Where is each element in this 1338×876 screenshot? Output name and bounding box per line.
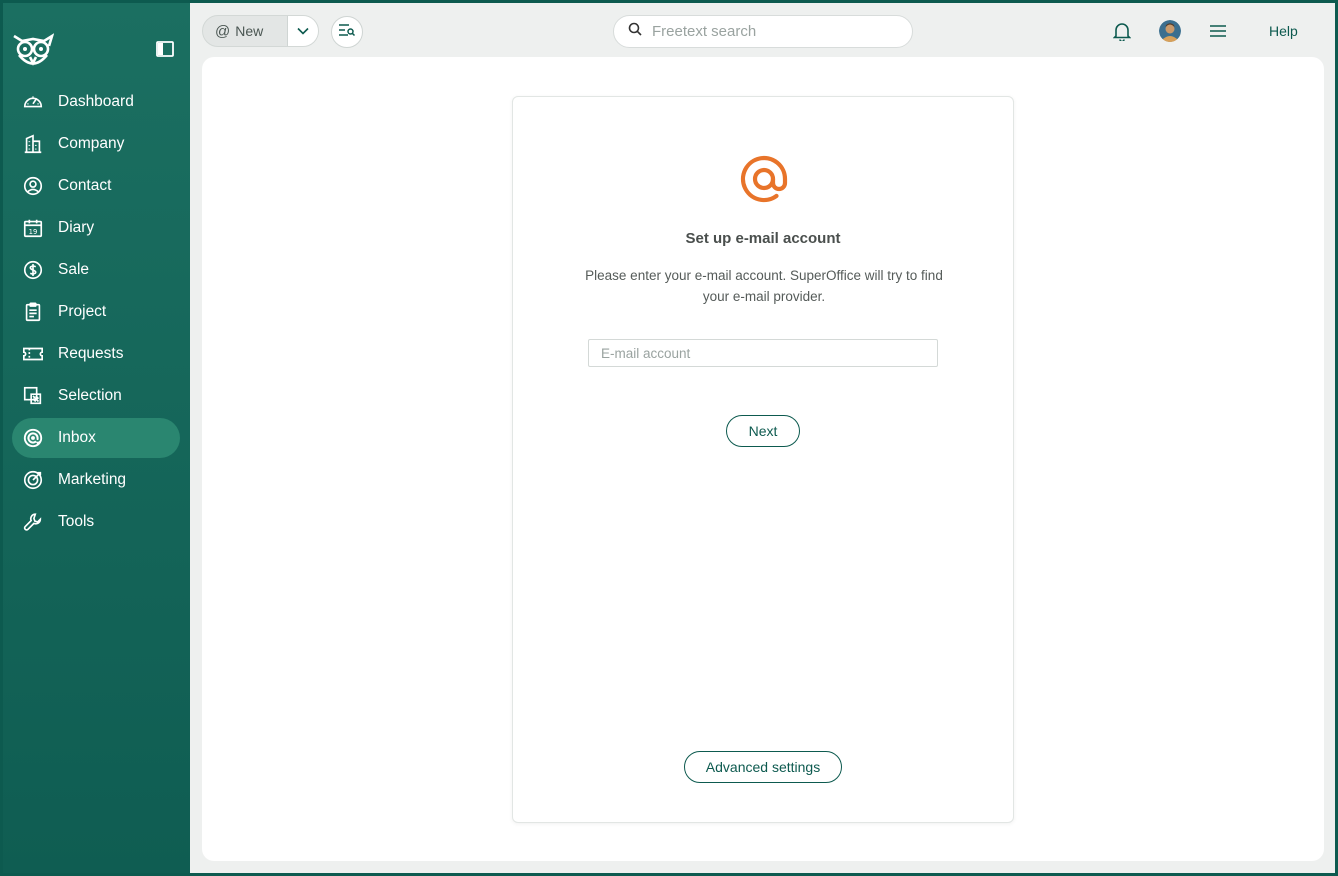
main-nav: Dashboard Company Contact 19 Diary Sale … (12, 82, 180, 544)
sidebar-item-contact[interactable]: Contact (12, 166, 180, 206)
new-split-button: @ New (202, 15, 319, 47)
advanced-settings-button[interactable]: Advanced settings (684, 751, 842, 783)
bell-icon[interactable] (1111, 20, 1133, 42)
person-circle-icon (21, 174, 45, 198)
target-icon (21, 468, 45, 492)
search-icon (628, 22, 642, 41)
sidebar-item-label: Project (58, 303, 107, 320)
sidebar-item-label: Inbox (58, 429, 96, 446)
at-icon: @ (215, 22, 231, 40)
sidebar-item-company[interactable]: Company (12, 124, 180, 164)
sidebar-item-label: Marketing (58, 471, 127, 488)
main-content: Set up e-mail account Please enter your … (202, 57, 1324, 861)
sidebar-item-label: Tools (58, 513, 95, 530)
sidebar-item-dashboard[interactable]: Dashboard (12, 82, 180, 122)
sidebar-item-requests[interactable]: Requests (12, 334, 180, 374)
selection-icon (21, 384, 45, 408)
avatar[interactable] (1159, 20, 1181, 42)
svg-text:19: 19 (29, 228, 38, 236)
sidebar-item-diary[interactable]: 19 Diary (12, 208, 180, 248)
sidebar-item-label: Requests (58, 345, 124, 362)
sidebar-item-marketing[interactable]: Marketing (12, 460, 180, 500)
new-button-label: New (235, 23, 264, 39)
wrench-icon (21, 510, 45, 534)
at-sign-icon (734, 149, 794, 209)
email-setup-card: Set up e-mail account Please enter your … (512, 96, 1014, 823)
gauge-icon (21, 90, 45, 114)
email-field[interactable] (588, 339, 938, 367)
calendar-icon: 19 (21, 216, 45, 240)
search-filter-button[interactable] (331, 16, 363, 48)
new-button[interactable]: @ New (203, 16, 287, 46)
at-circle-icon (21, 426, 45, 450)
chevron-down-icon (297, 22, 309, 40)
card-title: Set up e-mail account (685, 230, 841, 247)
building-icon (21, 132, 45, 156)
sidebar-item-label: Selection (58, 387, 122, 404)
next-button[interactable]: Next (726, 415, 800, 447)
search-input[interactable] (652, 23, 892, 40)
sidebar-item-project[interactable]: Project (12, 292, 180, 332)
new-dropdown-button[interactable] (287, 16, 318, 46)
menu-icon[interactable] (1207, 20, 1229, 42)
sidebar-item-sale[interactable]: Sale (12, 250, 180, 290)
ticket-icon (21, 342, 45, 366)
sidebar: Dashboard Company Contact 19 Diary Sale … (3, 3, 190, 873)
sidebar-item-tools[interactable]: Tools (12, 502, 180, 542)
sidebar-item-selection[interactable]: Selection (12, 376, 180, 416)
card-description: Please enter your e-mail account. SuperO… (585, 268, 943, 304)
help-link[interactable]: Help (1269, 23, 1298, 39)
list-search-icon (338, 23, 356, 42)
sidebar-item-label: Dashboard (58, 93, 134, 110)
dollar-circle-icon (21, 258, 45, 282)
clipboard-icon (21, 300, 45, 324)
sidebar-item-label: Diary (58, 219, 95, 236)
sidebar-item-label: Contact (58, 177, 112, 194)
sidebar-item-label: Sale (58, 261, 90, 278)
freetext-search (613, 15, 913, 48)
sidebar-item-inbox[interactable]: Inbox (12, 418, 180, 458)
owl-logo-icon[interactable] (12, 32, 55, 70)
sidebar-item-label: Company (58, 135, 125, 152)
sidebar-collapse-icon[interactable] (156, 41, 174, 57)
app-window: Dashboard Company Contact 19 Diary Sale … (0, 0, 1338, 876)
